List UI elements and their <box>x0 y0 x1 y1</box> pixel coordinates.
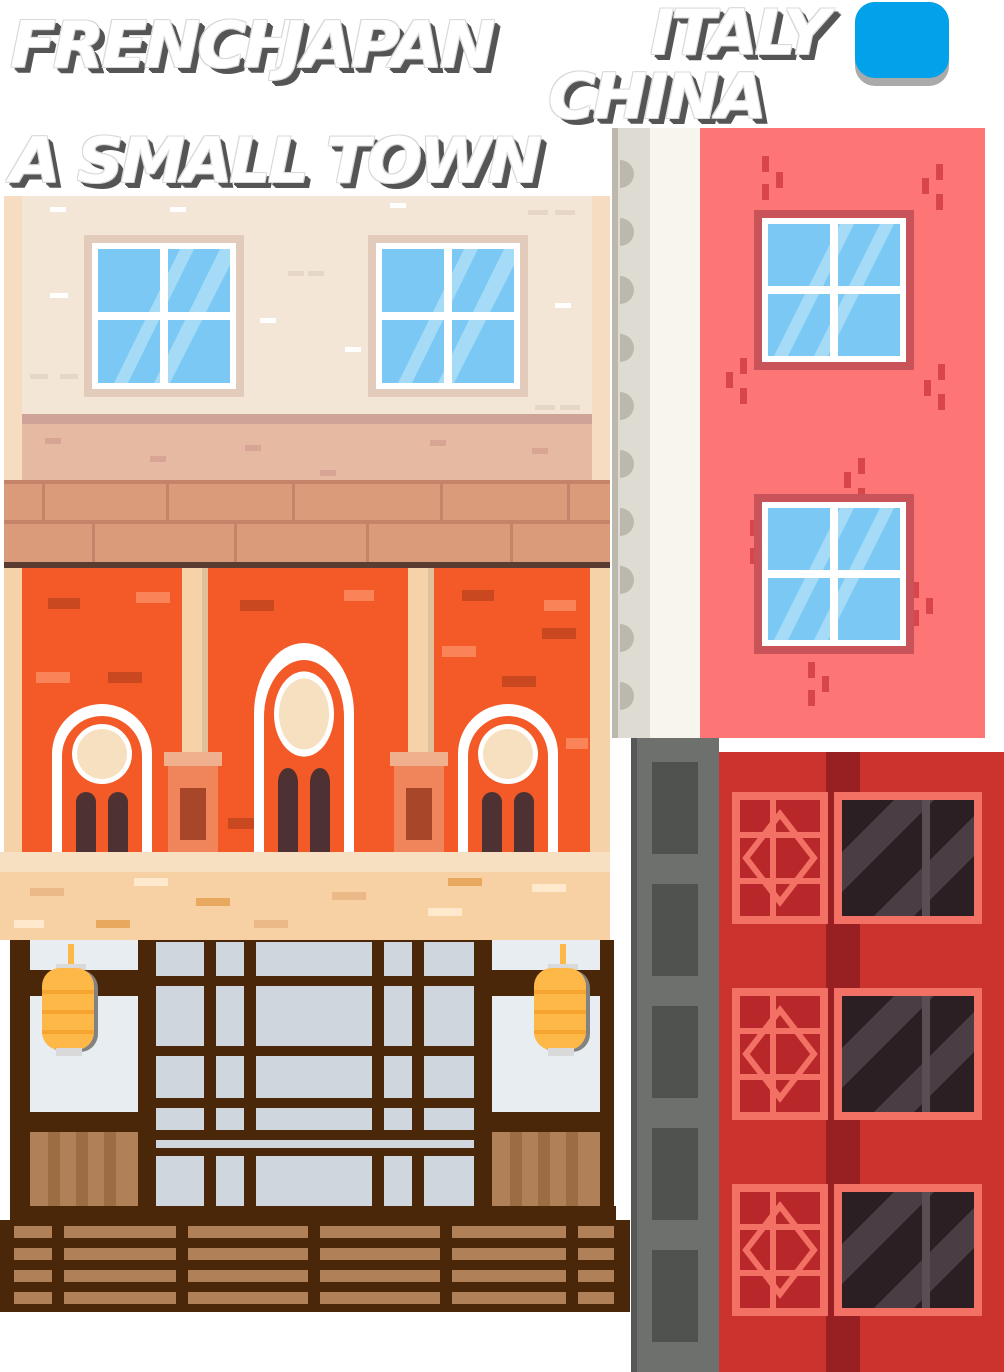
japan-building <box>0 940 630 1312</box>
window-icon <box>754 210 914 370</box>
window-icon <box>754 494 914 654</box>
china-building <box>631 738 1004 1372</box>
italy-building <box>612 128 985 738</box>
french-building <box>0 196 610 940</box>
town-scene <box>0 128 1004 1372</box>
